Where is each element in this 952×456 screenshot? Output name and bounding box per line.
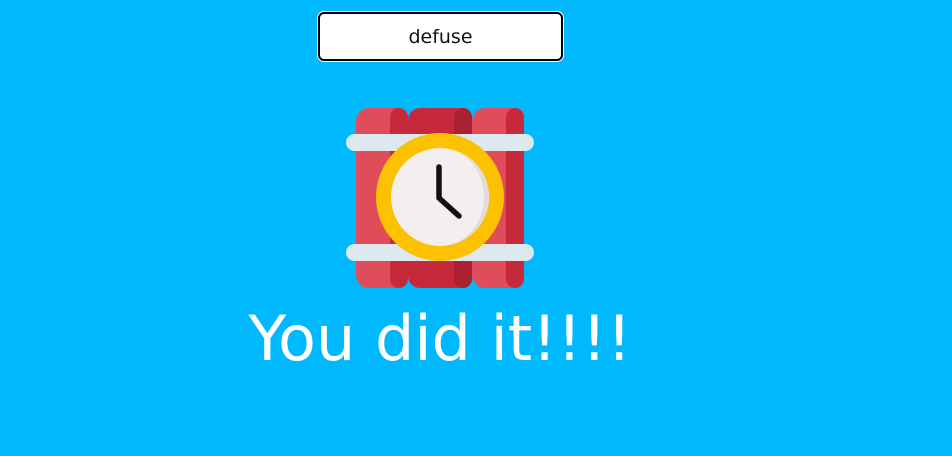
defuse-button[interactable]: defuse [318, 12, 563, 61]
success-message: You did it!!!! [248, 302, 632, 375]
page: defuse You did it!!!! [0, 0, 952, 456]
time-bomb-icon [344, 106, 536, 290]
